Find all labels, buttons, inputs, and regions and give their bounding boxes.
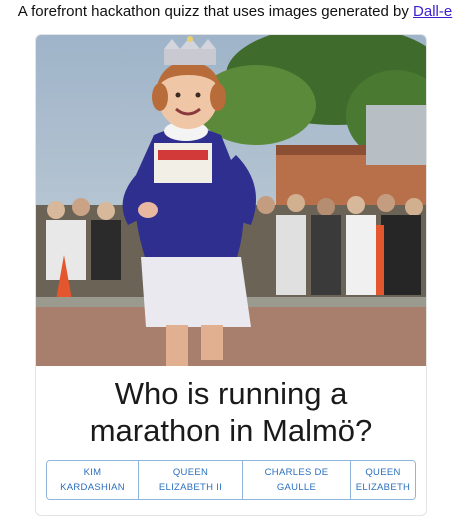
answer-label-line-2: KARDASHIAN [60, 482, 125, 493]
answer-button-kim-kardashian[interactable]: KIM KARDASHIAN [47, 461, 139, 499]
quiz-image [36, 35, 426, 366]
quiz-question: Who is running a marathon in Malmö? [36, 375, 426, 449]
question-line-2: marathon in Malmö? [89, 413, 373, 448]
answer-label-line-1: KIM [83, 467, 102, 478]
answer-button-charles-de-gaulle[interactable]: CHARLES DE GAULLE [243, 461, 351, 499]
answer-label-line-1: QUEEN [365, 467, 401, 478]
answer-label-line-2: ELIZABETH [355, 482, 411, 493]
quiz-card: Who is running a marathon in Malmö? KIM … [35, 34, 427, 516]
page-header: A forefront hackathon quizz that uses im… [0, 2, 470, 22]
answer-button-queen-elizabeth[interactable]: QUEEN ELIZABETH [351, 461, 415, 499]
dall-e-link[interactable]: Dall-e [413, 3, 452, 20]
answer-label-line-2: GAULLE [276, 482, 317, 493]
answer-label-line-2: ELIZABETH II [158, 482, 223, 493]
header-text: A forefront hackathon quizz that uses im… [17, 3, 409, 20]
answer-label-line-1: CHARLES DE [264, 467, 329, 478]
answer-button-queen-elizabeth-ii[interactable]: QUEEN ELIZABETH II [139, 461, 243, 499]
answer-label-line-1: QUEEN [172, 467, 209, 478]
answer-options: KIM KARDASHIAN QUEEN ELIZABETH II CHARLE… [46, 460, 416, 500]
question-line-1: Who is running a [114, 376, 348, 411]
